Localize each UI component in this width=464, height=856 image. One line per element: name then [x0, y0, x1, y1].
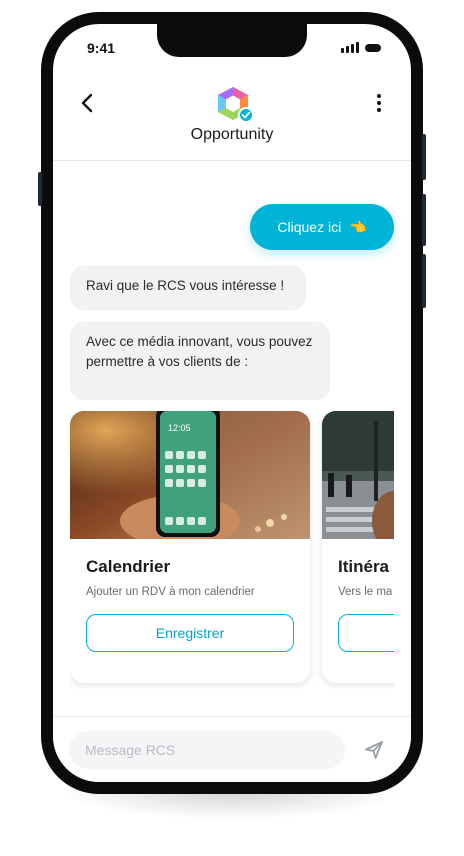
rich-card-carousel[interactable]: 12:05 Calendrier Ajouter un RDV à mon ca…: [70, 411, 394, 689]
card-subtitle: Vers le ma: [338, 586, 393, 598]
signal-icon: [341, 42, 359, 53]
card-image-street: [322, 411, 394, 539]
status-time: 9:41: [87, 40, 116, 56]
pointing-hand-icon: 👈: [349, 218, 367, 235]
card-button[interactable]: [338, 614, 394, 652]
side-button-right-3: [422, 254, 426, 308]
message-composer: [53, 716, 411, 782]
chat-header: Opportunity: [53, 74, 411, 161]
incoming-message-2: Avec ce média innovant, vous pouvez perm…: [70, 322, 330, 400]
cta-bubble-button[interactable]: Cliquez ici 👈: [250, 204, 394, 250]
card-title: Calendrier: [86, 557, 171, 576]
phone-screen-time: 12:05: [168, 423, 191, 433]
battery-icon: [365, 43, 381, 52]
send-icon[interactable]: [363, 739, 385, 761]
message-1-text: Ravi que le RCS vous intéresse !: [86, 278, 285, 293]
notch: [157, 24, 307, 57]
card-title: Itinéra: [338, 557, 390, 576]
side-button-left: [38, 172, 42, 206]
phone-screen: 9:41 Opportunity Cliquez ici 👈 Ravi que …: [53, 24, 411, 782]
message-input[interactable]: [69, 731, 345, 769]
conversation-title: Opportunity: [190, 126, 274, 143]
message-2-text: Avec ce média innovant, vous pouvez perm…: [86, 334, 313, 369]
card-image-phone-in-hand: 12:05: [70, 411, 310, 539]
cta-label: Cliquez ici: [277, 219, 342, 235]
status-icons: [341, 42, 381, 53]
back-arrow-icon[interactable]: [77, 92, 99, 114]
more-options-icon[interactable]: [373, 92, 385, 114]
side-button-right-2: [422, 194, 426, 246]
save-button[interactable]: Enregistrer: [86, 614, 294, 652]
rich-card-calendar[interactable]: 12:05 Calendrier Ajouter un RDV à mon ca…: [70, 411, 310, 683]
side-button-right-1: [422, 134, 426, 180]
card-subtitle: Ajouter un RDV à mon calendrier: [86, 586, 255, 598]
brand-logo-icon: [218, 87, 253, 123]
rich-card-itinerary[interactable]: Itinéra Vers le ma: [322, 411, 394, 683]
incoming-message-1: Ravi que le RCS vous intéresse !: [70, 266, 306, 310]
